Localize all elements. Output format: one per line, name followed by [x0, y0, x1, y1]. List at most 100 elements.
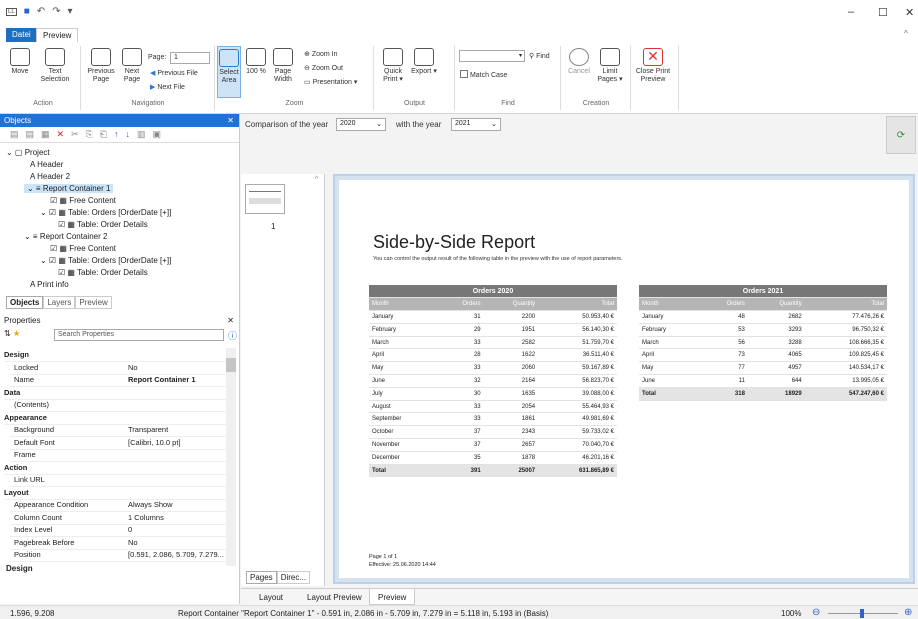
move-up-icon[interactable]: ↑ — [114, 129, 126, 139]
property-row[interactable]: Design — [4, 350, 226, 362]
tree-item-order-details[interactable]: ☑ ▦ Table: Order Details — [58, 220, 148, 229]
previous-page-button[interactable]: Previous Page — [86, 48, 116, 84]
zoom-100-button[interactable]: 100 % — [245, 48, 267, 76]
search-properties-input[interactable]: Search Properties — [54, 329, 224, 341]
tab-layout[interactable]: Layout — [259, 593, 283, 602]
move-down-icon[interactable]: ↓ — [126, 129, 138, 139]
next-page-button[interactable]: Next Page — [119, 48, 145, 84]
qat-dropdown-icon[interactable]: ▾ — [68, 6, 73, 17]
zoom-slider-thumb[interactable] — [860, 609, 864, 618]
redo-icon[interactable]: ↷ — [52, 6, 60, 17]
tree-item-header2[interactable]: A Header 2 — [30, 172, 70, 181]
scroll-up-icon[interactable]: ^ — [315, 176, 318, 183]
find-input[interactable]: ▾ — [459, 50, 525, 62]
info-icon[interactable]: ⓘ — [228, 329, 237, 342]
text-selection-button[interactable]: Text Selection — [38, 48, 72, 84]
property-row[interactable]: Index Level 0 — [10, 525, 232, 537]
tab-pages[interactable]: Pages — [246, 571, 277, 584]
property-row[interactable]: Column Count 1 Columns — [10, 513, 232, 525]
year2-select[interactable]: 2021 ⌄ — [451, 118, 501, 131]
property-value[interactable]: [0.591, 2.086, 5.709, 7.279... — [128, 550, 224, 559]
property-row[interactable]: Frame — [10, 450, 232, 462]
property-row[interactable]: Link URL — [10, 475, 232, 487]
sort-az-icon[interactable]: ⇅ ★ — [4, 329, 20, 338]
property-value[interactable]: No — [128, 538, 138, 547]
tree-item-free-content[interactable]: ☑ ▦ Free Content — [50, 244, 116, 253]
property-row[interactable]: Layout — [4, 488, 226, 500]
tab-preview[interactable]: Preview — [36, 28, 79, 42]
close-print-preview-button[interactable]: ✕ Close Print Preview — [634, 48, 672, 84]
property-row[interactable]: Appearance — [4, 413, 226, 425]
property-row[interactable]: Name Report Container 1 — [10, 375, 232, 387]
property-row[interactable]: (Contents) — [10, 400, 232, 412]
maximize-button[interactable]: ☐ — [878, 6, 888, 19]
presentation-button[interactable]: ▭ Presentation ▾ — [304, 78, 357, 86]
zoom-out-button[interactable]: ⊖ Zoom Out — [304, 64, 343, 72]
property-value[interactable]: 1 Columns — [128, 513, 164, 522]
property-value[interactable]: 0 — [128, 525, 132, 534]
tab-preview-objects[interactable]: Preview — [75, 296, 112, 309]
previous-file-button[interactable]: ◀ Previous File — [150, 69, 198, 77]
quick-print-button[interactable]: Quick Print ▾ — [380, 48, 406, 84]
tab-objects[interactable]: Objects — [6, 296, 44, 309]
cut-icon[interactable]: ✂ — [71, 129, 86, 139]
tree-item-table-orders[interactable]: ⌄ ☑ ▦ Table: Orders [OrderDate [+]] — [40, 208, 171, 217]
find-dropdown-icon[interactable]: ▾ — [519, 52, 522, 59]
close-panel-icon[interactable]: ✕ — [227, 116, 234, 125]
match-case-checkbox[interactable]: Match Case — [460, 70, 507, 79]
copy-icon[interactable]: ⎘⎗ — [86, 129, 114, 139]
tab-preview-bottom[interactable]: Preview — [369, 589, 416, 605]
collapse-ribbon-icon[interactable]: ^ — [904, 29, 908, 38]
properties-scrollbar[interactable] — [226, 348, 236, 566]
scrollbar-thumb[interactable] — [226, 358, 236, 372]
property-row[interactable]: Background Transparent — [10, 425, 232, 437]
refresh-button[interactable]: ⟳ — [886, 116, 916, 154]
toolbar-icon[interactable]: ▤▤▦ — [10, 129, 57, 139]
undo-icon[interactable]: ↶ — [37, 6, 45, 17]
property-value[interactable]: Transparent — [128, 425, 168, 434]
zoom-in-icon[interactable]: ⊕ — [904, 607, 912, 618]
tab-direct[interactable]: Direc... — [276, 571, 311, 584]
property-value[interactable]: Report Container 1 — [128, 375, 196, 384]
delete-icon[interactable]: ✕ — [57, 129, 72, 139]
export-button[interactable]: Export ▾ — [411, 48, 437, 76]
tab-layers[interactable]: Layers — [43, 296, 76, 309]
page-thumbnail[interactable] — [245, 184, 285, 214]
toolbar-icon[interactable]: ▥▣ — [137, 129, 168, 139]
tree-item-report-container-1[interactable]: ⌄ ≡ Report Container 1 — [24, 184, 114, 193]
favorite-star-icon[interactable]: ★ — [13, 329, 20, 338]
tree-item-free-content[interactable]: ☑ ▦ Free Content — [50, 196, 116, 205]
minimize-button[interactable]: – — [848, 6, 854, 18]
page-width-button[interactable]: Page Width — [270, 48, 296, 84]
tab-file[interactable]: Datei — [6, 28, 37, 42]
property-value[interactable]: [Calibri, 10.0 pt] — [128, 438, 181, 447]
property-row[interactable]: Action — [4, 463, 226, 475]
save-icon[interactable]: ■ — [24, 6, 30, 17]
property-value[interactable]: No — [128, 363, 138, 372]
cancel-button[interactable]: Cancel — [566, 48, 592, 76]
tree-item-order-details[interactable]: ☑ ▦ Table: Order Details — [58, 268, 148, 277]
property-row[interactable]: Locked No — [10, 363, 232, 375]
close-panel-icon[interactable]: ✕ — [227, 316, 234, 325]
find-button[interactable]: ⚲ Find — [529, 52, 550, 60]
limit-pages-button[interactable]: Limit Pages ▾ — [595, 48, 625, 84]
property-row[interactable]: Default Font [Calibri, 10.0 pt] — [10, 438, 232, 450]
zoom-out-icon[interactable]: ⊖ — [812, 607, 820, 618]
tab-layout-preview[interactable]: Layout Preview — [307, 593, 362, 602]
property-row[interactable]: Data — [4, 388, 226, 400]
tree-item-header[interactable]: A Header — [30, 160, 63, 169]
property-row[interactable]: Pagebreak Before No — [10, 538, 232, 550]
year1-select[interactable]: 2020 ⌄ — [336, 118, 386, 131]
tree-item-print-info[interactable]: A Print info — [30, 280, 69, 289]
tree-item-table-orders[interactable]: ⌄ ☑ ▦ Table: Orders [OrderDate [+]] — [40, 256, 171, 265]
close-button[interactable]: ✕ — [905, 6, 914, 19]
page-number-input[interactable]: 1 — [170, 52, 210, 64]
tree-item-report-container-2[interactable]: ⌄ ≡ Report Container 2 — [24, 232, 107, 241]
select-area-button[interactable]: Select Area — [217, 46, 241, 98]
next-file-button[interactable]: ▶ Next File — [150, 83, 185, 91]
tree-item-project[interactable]: ⌄ ▢ Project — [6, 148, 50, 157]
zoom-in-button[interactable]: ⊕ Zoom In — [304, 50, 338, 58]
move-button[interactable]: Move — [6, 48, 34, 76]
property-row[interactable]: Position [0.591, 2.086, 5.709, 7.279... — [10, 550, 232, 562]
property-value[interactable]: Always Show — [128, 500, 173, 509]
